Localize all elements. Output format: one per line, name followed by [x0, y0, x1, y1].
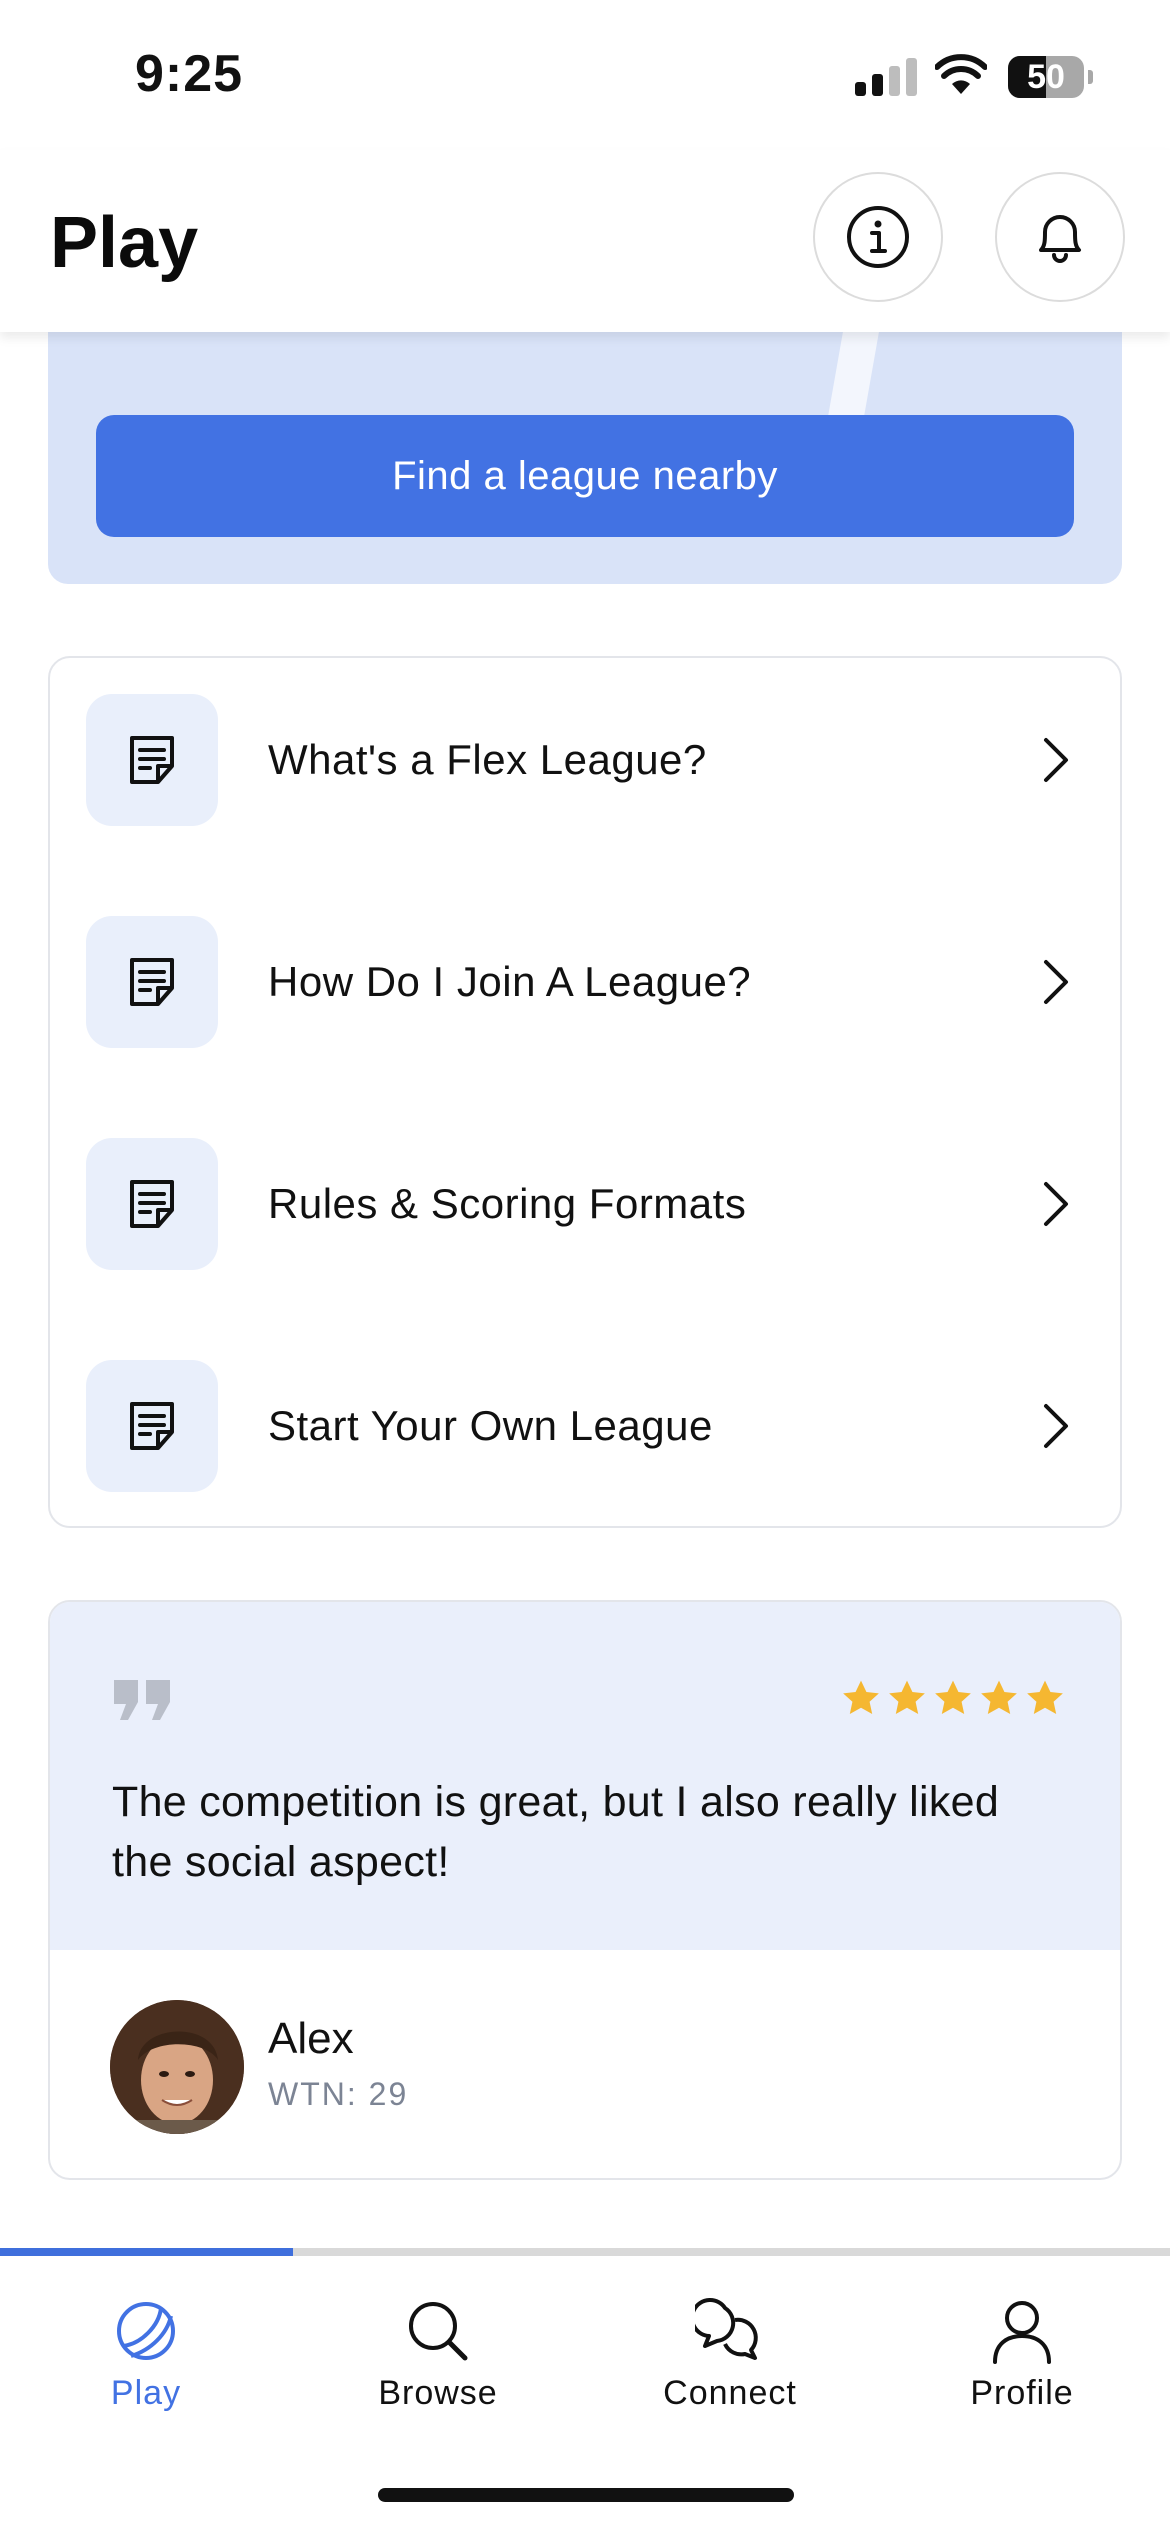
user-photo — [110, 2000, 244, 2134]
reviewer-rating: WTN: 29 — [268, 2076, 409, 2112]
reviewer-name: Alex — [268, 2014, 354, 2063]
testimonial-quote-area: The competition is great, but I also rea… — [50, 1602, 1120, 1950]
tab-label: Profile — [970, 2374, 1074, 2412]
battery-icon: 50 — [1008, 56, 1093, 98]
app-header: Play — [0, 150, 1170, 332]
testimonial-quote: The competition is great, but I also rea… — [112, 1778, 1000, 1886]
tennis-ball-icon — [117, 2302, 175, 2360]
home-indicator — [378, 2488, 794, 2502]
testimonial-card: The competition is great, but I also rea… — [48, 1600, 1122, 2180]
tab-label: Connect — [663, 2374, 797, 2412]
faq-item-rules-scoring[interactable]: Rules & Scoring Formats — [50, 1138, 1120, 1270]
tab-progress-track — [0, 2248, 1170, 2256]
document-icon — [130, 736, 174, 784]
tab-browse[interactable]: Browse — [292, 2296, 584, 2416]
faq-list: What's a Flex League? How Do I Join A Le… — [48, 656, 1122, 1528]
faq-icon-tile — [86, 916, 218, 1048]
promo-banner: Find a league nearby — [48, 300, 1122, 584]
person-icon — [993, 2301, 1051, 2364]
info-icon — [847, 206, 909, 268]
faq-icon-tile — [86, 1360, 218, 1492]
faq-item-flex-league[interactable]: What's a Flex League? — [50, 694, 1120, 826]
chevron-right-icon — [1044, 960, 1068, 1004]
chevron-right-icon — [1044, 738, 1068, 782]
document-icon — [130, 958, 174, 1006]
search-icon — [409, 2302, 468, 2361]
faq-icon-tile — [86, 1138, 218, 1270]
tab-label: Play — [110, 2374, 182, 2412]
page-title: Play — [50, 203, 199, 283]
star-icon — [935, 1680, 971, 1715]
chevron-right-icon — [1044, 1182, 1068, 1226]
tab-connect[interactable]: Connect — [584, 2296, 876, 2416]
find-league-button[interactable]: Find a league nearby — [96, 415, 1074, 537]
info-button[interactable] — [813, 172, 943, 302]
cellular-signal-icon — [855, 58, 917, 96]
chevron-right-icon — [1044, 1404, 1068, 1448]
tab-label: Browse — [378, 2374, 498, 2412]
tab-play[interactable]: Play — [0, 2296, 292, 2416]
faq-label: Start Your Own League — [268, 1402, 713, 1449]
avatar — [110, 2000, 244, 2134]
faq-item-join-league[interactable]: How Do I Join A League? — [50, 916, 1120, 1048]
star-icon — [889, 1680, 925, 1715]
faq-label: Rules & Scoring Formats — [268, 1180, 747, 1227]
star-icon — [843, 1680, 879, 1715]
bell-icon — [1039, 215, 1081, 263]
document-icon — [130, 1402, 174, 1450]
star-icon — [981, 1680, 1017, 1715]
wifi-icon — [935, 54, 987, 94]
star-icon — [1027, 1680, 1063, 1715]
faq-icon-tile — [86, 694, 218, 826]
document-icon — [130, 1180, 174, 1228]
status-time: 9:25 — [135, 45, 244, 103]
notifications-button[interactable] — [995, 172, 1125, 302]
star-rating — [840, 1678, 1066, 1720]
faq-label: How Do I Join A League? — [268, 958, 752, 1005]
tab-profile[interactable]: Profile — [876, 2296, 1168, 2416]
faq-item-start-league[interactable]: Start Your Own League — [50, 1360, 1120, 1492]
faq-label: What's a Flex League? — [268, 736, 707, 783]
tab-progress-fill — [0, 2248, 293, 2256]
status-bar: 9:25 50 — [0, 0, 1170, 150]
quote-icon — [114, 1680, 170, 1720]
battery-level: 50 — [1027, 58, 1065, 96]
chat-bubbles-icon — [695, 2298, 758, 2360]
